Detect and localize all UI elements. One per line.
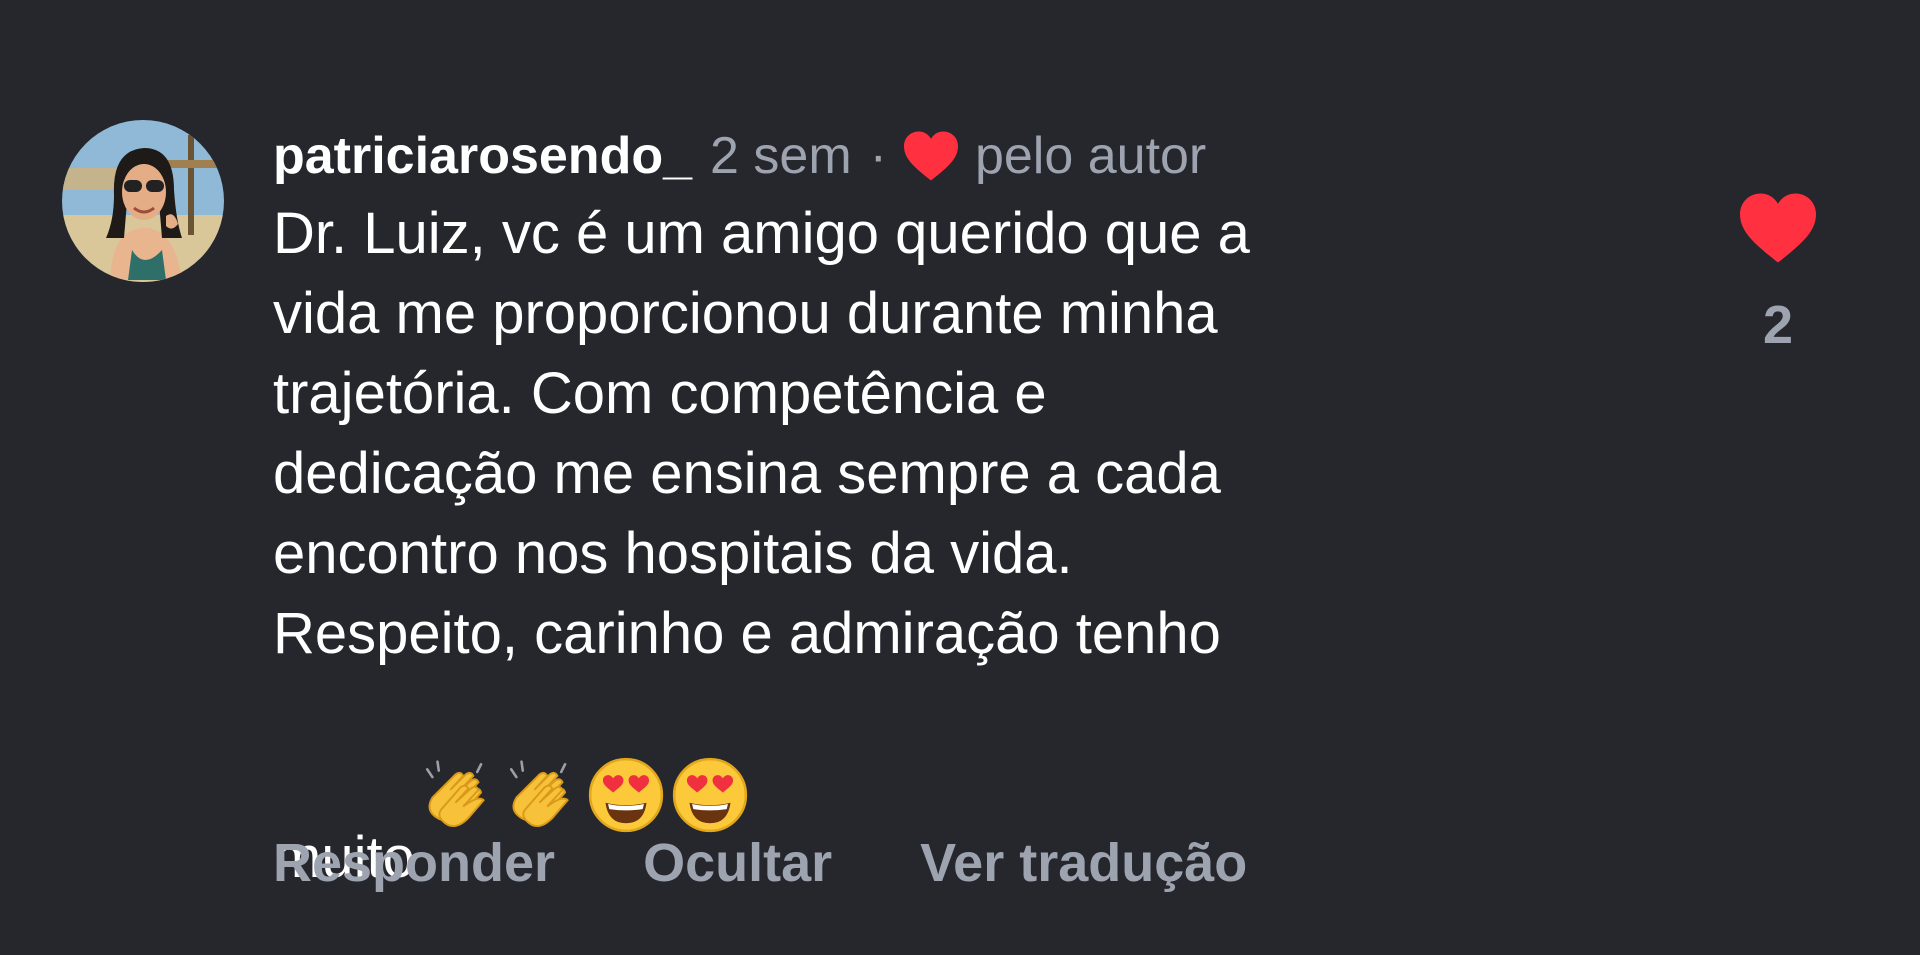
hide-button[interactable]: Ocultar: [643, 832, 832, 894]
avatar-photo: [62, 120, 224, 282]
comment-item: patriciarosendo_ 2 sem · pelo autor Dr. …: [0, 0, 1920, 955]
heart-filled-icon: [1740, 193, 1816, 263]
heart-icon: [901, 129, 961, 183]
clapping-hands-icon: [501, 674, 583, 828]
clapping-hands-icon: [417, 674, 499, 828]
reply-button[interactable]: Responder: [273, 832, 555, 894]
username[interactable]: patriciarosendo_: [273, 126, 692, 186]
like-count[interactable]: 2: [1736, 294, 1820, 356]
comment-header: patriciarosendo_ 2 sem · pelo autor: [273, 118, 1613, 194]
like-container: 2: [1736, 190, 1820, 356]
heart-eyes-face-icon: [585, 674, 667, 833]
avatar[interactable]: [62, 120, 224, 282]
separator-dot: ·: [869, 127, 887, 185]
comment-content: patriciarosendo_ 2 sem · pelo autor Dr. …: [273, 118, 1613, 898]
like-button[interactable]: [1736, 190, 1820, 266]
comment-text: Dr. Luiz, vc é um amigo querido que a vi…: [273, 194, 1613, 898]
liked-by-author-label: pelo autor: [974, 127, 1207, 185]
see-translation-button[interactable]: Ver tradução: [920, 832, 1247, 894]
comment-actions: Responder Ocultar Ver tradução: [273, 832, 1247, 894]
timestamp: 2 sem: [710, 127, 852, 185]
heart-eyes-face-icon: [669, 674, 751, 833]
